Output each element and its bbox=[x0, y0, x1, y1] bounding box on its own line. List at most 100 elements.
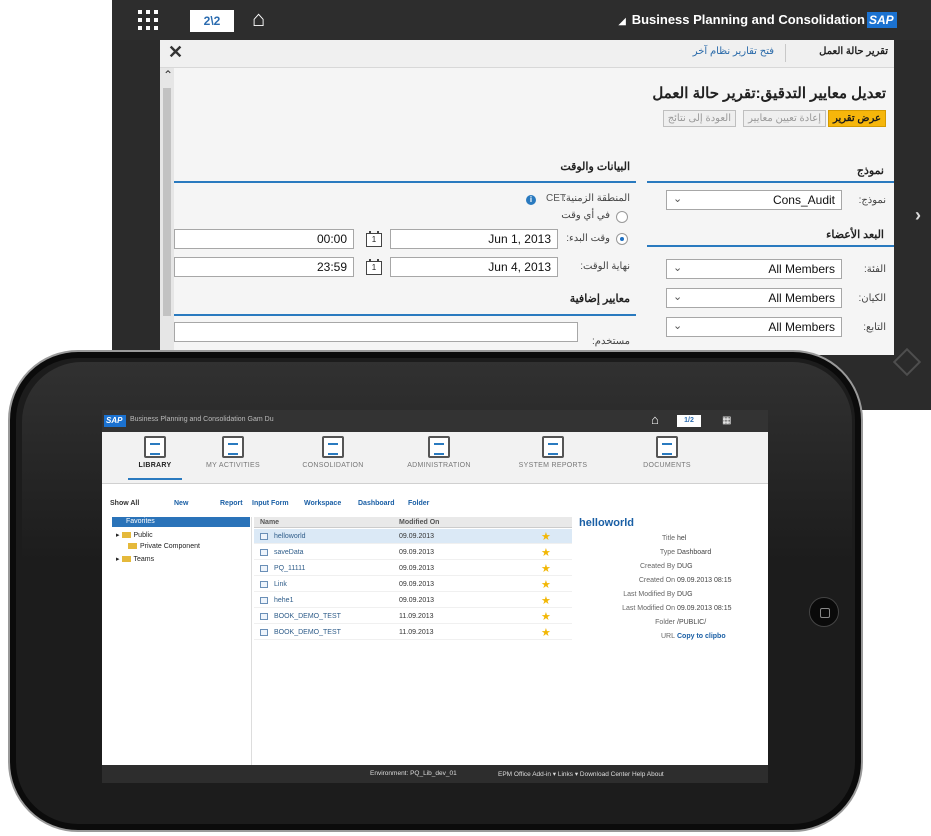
document-icon bbox=[260, 565, 268, 572]
entity-value: All Members bbox=[768, 291, 835, 305]
tab-system-reports[interactable]: SYSTEM REPORTS bbox=[518, 436, 588, 469]
document-icon bbox=[260, 549, 268, 556]
app-title[interactable]: Business Planning and Consolidation Gam … bbox=[130, 416, 274, 423]
tree-item-public[interactable]: ▸ Public bbox=[116, 531, 153, 539]
tab-work-status-report[interactable]: تقرير حالة العمل bbox=[819, 46, 888, 57]
tab-consolidation[interactable]: CONSOLIDATION bbox=[298, 436, 368, 469]
tab-my-activities[interactable]: MY ACTIVITIES bbox=[198, 436, 268, 469]
category-select[interactable]: ⌄ All Members bbox=[666, 259, 842, 279]
tree-item-label: Public bbox=[133, 532, 153, 539]
start-time-radio[interactable] bbox=[616, 233, 628, 245]
model-select[interactable]: ⌄ Cons_Audit bbox=[666, 190, 842, 210]
back-to-results-button[interactable]: العودة إلى نتائج bbox=[662, 110, 736, 127]
affiliate-select[interactable]: ⌄ All Members bbox=[666, 317, 842, 337]
anytime-label: في أي وقت bbox=[561, 210, 610, 221]
favorite-star-icon[interactable]: ★ bbox=[541, 594, 551, 607]
table-row[interactable]: BOOK_DEMO_TEST 11.09.2013 ★ bbox=[254, 625, 572, 640]
app-title-text: Business Planning and Consolidation bbox=[631, 12, 865, 27]
row-name: BOOK_DEMO_TEST bbox=[274, 613, 341, 620]
scroll-up-icon[interactable]: ⌃ bbox=[163, 68, 173, 82]
tablet-home-button[interactable] bbox=[809, 597, 839, 627]
favorite-star-icon[interactable]: ★ bbox=[541, 578, 551, 591]
resize-icon[interactable] bbox=[892, 347, 922, 377]
table-row[interactable]: saveData 09.09.2013 ★ bbox=[254, 545, 572, 560]
workspace-button[interactable]: Workspace bbox=[304, 500, 341, 507]
main-tabs: LIBRARY MY ACTIVITIES CONSOLIDATION ADMI… bbox=[102, 432, 768, 484]
chevron-right-icon[interactable]: › bbox=[915, 205, 921, 226]
tab-documents[interactable]: DOCUMENTS bbox=[632, 436, 702, 469]
dashboard-button[interactable]: Dashboard bbox=[358, 500, 395, 507]
calendar-icon[interactable]: 1 bbox=[366, 231, 382, 247]
tab-administration[interactable]: ADMINISTRATION bbox=[404, 436, 474, 469]
folder-button[interactable]: Folder bbox=[408, 500, 429, 507]
folder-icon bbox=[121, 532, 131, 539]
tab-library[interactable]: LIBRARY bbox=[120, 436, 190, 480]
start-date-field[interactable]: Jun 1, 2013 bbox=[390, 229, 558, 249]
app-grid-icon[interactable]: ▦ bbox=[722, 415, 731, 426]
scrollbar-thumb[interactable] bbox=[163, 88, 171, 316]
details-value: DUG bbox=[677, 591, 693, 598]
anytime-radio[interactable] bbox=[616, 211, 628, 223]
tree-item-private-component[interactable]: Private Component bbox=[126, 543, 200, 550]
chevron-down-icon: ⌄ bbox=[673, 262, 683, 274]
home-icon[interactable]: ⌂ bbox=[252, 6, 265, 32]
report-button[interactable]: Report bbox=[220, 500, 243, 507]
favorite-star-icon[interactable]: ★ bbox=[541, 626, 551, 639]
details-key: Type bbox=[659, 549, 675, 556]
details-key: URL bbox=[660, 633, 675, 640]
category-value: All Members bbox=[768, 262, 835, 276]
chevron-down-icon: ⌄ bbox=[673, 193, 683, 205]
end-date-field[interactable]: Jun 4, 2013 bbox=[390, 257, 558, 277]
column-header-name[interactable]: Name bbox=[260, 519, 279, 526]
copy-to-clipboard-link[interactable]: Copy to clipbo bbox=[677, 633, 726, 640]
page-indicator[interactable]: 2\2 bbox=[190, 10, 234, 32]
input-form-button[interactable]: Input Form bbox=[252, 500, 289, 507]
close-icon[interactable]: ✕ bbox=[168, 42, 183, 63]
shell-bar: 2\2 ⌂ ◢ Business Planning and Consolidati… bbox=[112, 0, 931, 40]
footer-links[interactable]: EPM Office Add-in ▾ Links ▾ Download Cen… bbox=[498, 770, 664, 778]
tree-item-favorites[interactable]: Favorites bbox=[112, 517, 250, 527]
table-row[interactable]: PQ_11111 09.09.2013 ★ bbox=[254, 561, 572, 576]
column-header-modified[interactable]: Modified On bbox=[399, 519, 439, 526]
administration-icon bbox=[428, 436, 450, 458]
reset-criteria-button[interactable]: إعادة تعيين معايير bbox=[743, 110, 826, 127]
section-divider bbox=[174, 181, 636, 183]
tree-item-teams[interactable]: ▸ Teams bbox=[116, 555, 154, 563]
new-button[interactable]: New bbox=[174, 500, 188, 507]
user-field[interactable] bbox=[174, 322, 578, 342]
consolidation-icon bbox=[322, 436, 344, 458]
sap-logo: SAP bbox=[104, 415, 126, 427]
dimensions-title: البعد الأعضاء bbox=[826, 229, 884, 241]
tab-divider bbox=[785, 44, 786, 62]
details-key: Created By bbox=[639, 563, 675, 570]
row-name: hehe1 bbox=[274, 597, 294, 604]
favorite-star-icon[interactable]: ★ bbox=[541, 610, 551, 623]
favorite-star-icon[interactable]: ★ bbox=[541, 530, 551, 543]
page-indicator[interactable]: 1/2 bbox=[677, 415, 701, 427]
row-name: saveData bbox=[274, 549, 304, 556]
view-report-button[interactable]: عرض تقرير bbox=[827, 110, 886, 127]
calendar-icon[interactable]: 1 bbox=[366, 259, 382, 275]
app-title[interactable]: ◢ Business Planning and Consolidation bbox=[619, 12, 865, 27]
details-key: Created On bbox=[638, 577, 675, 584]
show-all-dropdown[interactable]: Show All bbox=[110, 500, 139, 507]
row-date: 11.09.2013 bbox=[399, 613, 434, 620]
details-value: DUG bbox=[677, 563, 693, 570]
table-row[interactable]: helloworld 09.09.2013 ★ bbox=[254, 529, 572, 544]
report-tabs: ✕ فتح تقارير نظام آخر تقرير حالة العمل bbox=[160, 40, 894, 68]
tab-label: LIBRARY bbox=[138, 462, 172, 469]
start-time-field[interactable]: 00:00 bbox=[174, 229, 354, 249]
tab-open-other-system[interactable]: فتح تقارير نظام آخر bbox=[693, 46, 774, 57]
table-row[interactable]: BOOK_DEMO_TEST 11.09.2013 ★ bbox=[254, 609, 572, 624]
table-row[interactable]: Link 09.09.2013 ★ bbox=[254, 577, 572, 592]
end-time-field[interactable]: 23:59 bbox=[174, 257, 354, 277]
favorite-star-icon[interactable]: ★ bbox=[541, 546, 551, 559]
sap-logo: SAP bbox=[867, 12, 897, 28]
entity-select[interactable]: ⌄ All Members bbox=[666, 288, 842, 308]
table-row[interactable]: hehe1 09.09.2013 ★ bbox=[254, 593, 572, 608]
info-icon[interactable]: i bbox=[526, 195, 536, 205]
app-grid-icon[interactable] bbox=[138, 10, 160, 30]
start-date-value: Jun 1, 2013 bbox=[488, 232, 551, 246]
home-icon[interactable]: ⌂ bbox=[651, 412, 659, 427]
favorite-star-icon[interactable]: ★ bbox=[541, 562, 551, 575]
